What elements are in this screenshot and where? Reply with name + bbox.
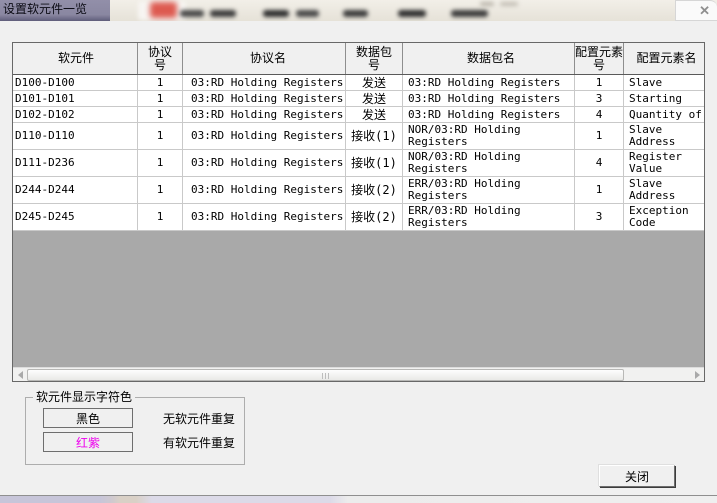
cell-packet-no: 接收(1): [346, 123, 403, 149]
cell-element-no: 4: [575, 107, 624, 122]
table-row[interactable]: D110-D110 1 03:RD Holding Registers 接收(1…: [13, 123, 704, 150]
close-icon[interactable]: ✕: [699, 3, 710, 19]
header-device: 软元件: [13, 43, 138, 74]
cell-device: D100-D100: [13, 75, 138, 90]
cell-packet-no: 发送: [346, 75, 403, 90]
horizontal-scrollbar[interactable]: [13, 367, 704, 381]
header-packet-no: 数据包 号: [346, 43, 403, 74]
table-row[interactable]: D102-D102 1 03:RD Holding Registers 发送 0…: [13, 107, 704, 123]
cell-device: D244-D244: [13, 177, 138, 203]
background-menu-blur: [343, 10, 368, 17]
table-row[interactable]: D111-D236 1 03:RD Holding Registers 接收(1…: [13, 150, 704, 177]
header-protocol-name: 协议名: [183, 43, 346, 74]
legend-desc-no-duplicate: 无软元件重复: [163, 410, 235, 427]
legend-desc-duplicate: 有软元件重复: [163, 434, 235, 451]
cell-protocol-no: 1: [138, 91, 183, 106]
dialog-titlebar[interactable]: 设置软元件一览: [0, 0, 110, 21]
cell-packet-no: 发送: [346, 91, 403, 106]
cell-protocol-name: 03:RD Holding Registers: [183, 123, 346, 149]
background-menu-blur: [263, 10, 289, 17]
background-red-icon-blur: [150, 2, 177, 18]
cell-packet-no: 接收(1): [346, 150, 403, 176]
background-menu-blur: [500, 2, 518, 6]
header-protocol-no: 协议 号: [138, 43, 183, 74]
table-row[interactable]: D101-D101 1 03:RD Holding Registers 发送 0…: [13, 91, 704, 107]
cell-element-no: 1: [575, 177, 624, 203]
cell-packet-name: 03:RD Holding Registers: [403, 107, 575, 122]
cell-packet-no: 接收(2): [346, 204, 403, 230]
cell-packet-no: 发送: [346, 107, 403, 122]
device-list-dialog: 软元件 协议 号 协议名 数据包 号 数据包名 配置元素 号 配置元素名 D10…: [0, 21, 717, 495]
grid-header-row: 软元件 协议 号 协议名 数据包 号 数据包名 配置元素 号 配置元素名: [13, 43, 704, 75]
cell-device: D102-D102: [13, 107, 138, 122]
table-row[interactable]: D245-D245 1 03:RD Holding Registers 接收(2…: [13, 204, 704, 231]
cell-element-name: Starting: [624, 91, 704, 106]
background-menu-blur: [296, 10, 319, 17]
cell-protocol-name: 03:RD Holding Registers: [183, 177, 346, 203]
cell-packet-name: 03:RD Holding Registers: [403, 75, 575, 90]
groupbox-title: 软元件显示字符色: [33, 390, 135, 405]
cell-element-name: Slave: [624, 75, 704, 90]
background-menu-blur: [398, 10, 426, 17]
scroll-left-icon: [18, 371, 23, 379]
scroll-right-button[interactable]: [690, 368, 704, 382]
background-window-strip: 设置软元件一览 ✕: [0, 0, 717, 21]
cell-device: D111-D236: [13, 150, 138, 176]
background-menu-blur: [210, 10, 236, 17]
background-window-bottom: [0, 496, 717, 503]
legend-row-magenta: 红紫 有软元件重复: [43, 432, 235, 452]
cell-element-name: Exception Code: [624, 204, 704, 230]
cell-element-name: Quantity of: [624, 107, 704, 122]
cell-packet-name: NOR/03:RD Holding Registers: [403, 123, 575, 149]
header-packet-name: 数据包名: [403, 43, 575, 74]
cell-protocol-name: 03:RD Holding Registers: [183, 107, 346, 122]
dialog-title: 设置软元件一览: [3, 2, 87, 16]
cell-protocol-no: 1: [138, 150, 183, 176]
cell-element-name: Slave Address: [624, 177, 704, 203]
cell-element-no: 1: [575, 75, 624, 90]
cell-device: D101-D101: [13, 91, 138, 106]
header-element-no: 配置元素 号: [575, 43, 624, 74]
black-color-button[interactable]: 黑色: [43, 408, 133, 428]
cell-device: D110-D110: [13, 123, 138, 149]
cell-element-name: Register Value: [624, 150, 704, 176]
cell-protocol-no: 1: [138, 75, 183, 90]
close-button[interactable]: 关闭: [599, 465, 675, 487]
background-menu-blur: [451, 10, 488, 17]
cell-packet-no: 接收(2): [346, 177, 403, 203]
device-grid: 软元件 协议 号 协议名 数据包 号 数据包名 配置元素 号 配置元素名 D10…: [12, 42, 705, 382]
screen: 设置软元件一览 ✕ 软元件 协议 号 协议名 数据包 号 数据包名 配置元素 号…: [0, 0, 717, 503]
cell-protocol-no: 1: [138, 123, 183, 149]
cell-element-no: 1: [575, 123, 624, 149]
cell-packet-name: NOR/03:RD Holding Registers: [403, 150, 575, 176]
cell-protocol-no: 1: [138, 204, 183, 230]
background-menu-blur: [180, 10, 204, 17]
cell-element-name: Slave Address: [624, 123, 704, 149]
color-legend-groupbox: 软元件显示字符色 黑色 无软元件重复 红紫 有软元件重复: [25, 397, 245, 465]
scrollbar-grip-icon: [322, 373, 330, 379]
scroll-right-icon: [695, 371, 700, 379]
background-menu-blur: [480, 2, 494, 6]
legend-row-black: 黑色 无软元件重复: [43, 408, 235, 428]
cell-packet-name: 03:RD Holding Registers: [403, 91, 575, 106]
cell-protocol-name: 03:RD Holding Registers: [183, 91, 346, 106]
cell-element-no: 4: [575, 150, 624, 176]
cell-packet-name: ERR/03:RD Holding Registers: [403, 204, 575, 230]
table-row[interactable]: D244-D244 1 03:RD Holding Registers 接收(2…: [13, 177, 704, 204]
cell-element-no: 3: [575, 91, 624, 106]
cell-element-no: 3: [575, 204, 624, 230]
cell-protocol-name: 03:RD Holding Registers: [183, 150, 346, 176]
background-window-corner: ✕: [675, 0, 717, 21]
table-row[interactable]: D100-D100 1 03:RD Holding Registers 发送 0…: [13, 75, 704, 91]
cell-protocol-name: 03:RD Holding Registers: [183, 204, 346, 230]
cell-device: D245-D245: [13, 204, 138, 230]
cell-protocol-name: 03:RD Holding Registers: [183, 75, 346, 90]
scrollbar-thumb[interactable]: [27, 369, 624, 381]
cell-packet-name: ERR/03:RD Holding Registers: [403, 177, 575, 203]
scroll-left-button[interactable]: [13, 368, 27, 382]
cell-protocol-no: 1: [138, 177, 183, 203]
magenta-color-button[interactable]: 红紫: [43, 432, 133, 452]
header-element-name: 配置元素名: [624, 43, 704, 74]
cell-protocol-no: 1: [138, 107, 183, 122]
